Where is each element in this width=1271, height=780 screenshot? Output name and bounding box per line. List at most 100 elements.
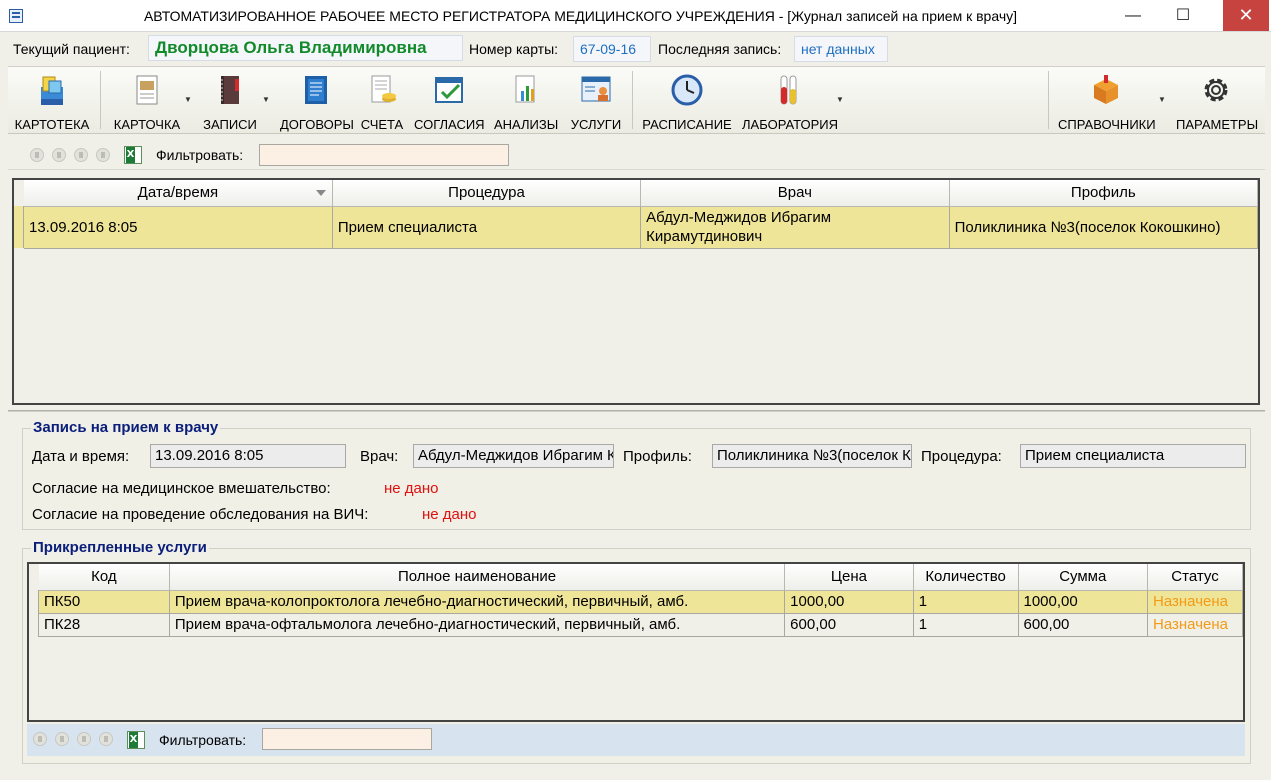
excel-export-icon[interactable] — [124, 146, 142, 164]
cell-procedure[interactable]: Прием специалиста — [332, 206, 642, 249]
cell-full-name[interactable]: Прием врача-офтальмолога лечебно-диагнос… — [169, 613, 786, 637]
row-selector[interactable] — [29, 590, 39, 637]
toolbar-consents-label: СОГЛАСИЯ — [414, 117, 485, 132]
toolbar-card-index-button[interactable]: КАРТОТЕКА — [14, 73, 90, 132]
analyses-icon — [509, 73, 543, 109]
next-record-button[interactable] — [74, 148, 88, 162]
column-header-quantity[interactable]: Количество — [913, 564, 1019, 591]
top-filter-bar: Фильтровать: — [8, 140, 1265, 170]
records-dropdown-arrow[interactable]: ▼ — [262, 95, 270, 104]
toolbar-consents-button[interactable]: СОГЛАСИЯ — [414, 73, 485, 132]
next-record-button[interactable] — [77, 732, 91, 746]
datetime-field[interactable]: 13.09.2016 8:05 — [150, 444, 346, 468]
table-row[interactable]: 13.09.2016 8:05 Прием специалиста Абдул-… — [24, 206, 1259, 249]
panel-splitter[interactable] — [8, 410, 1265, 412]
patient-bar: Текущий пациент: Дворцова Ольга Владимир… — [0, 32, 1271, 66]
patient-card-icon — [130, 73, 164, 109]
row-selector[interactable] — [14, 206, 24, 248]
cell-sum[interactable]: 600,00 — [1018, 613, 1149, 637]
cell-status[interactable]: Назначена — [1147, 613, 1243, 637]
toolbar-services-label: УСЛУГИ — [570, 117, 622, 132]
top-filter-input[interactable] — [259, 144, 509, 166]
cell-sum[interactable]: 1000,00 — [1018, 590, 1149, 614]
table-row[interactable]: ПК28 Прием врача-офтальмолога лечебно-ди… — [39, 613, 1243, 637]
cell-quantity[interactable]: 1 — [913, 613, 1019, 637]
invoices-icon — [365, 73, 399, 109]
toolbar-separator — [632, 71, 633, 129]
toolbar-patient-card-button[interactable]: КАРТОЧКА — [108, 73, 186, 132]
prev-record-button[interactable] — [55, 732, 69, 746]
appointments-table: Дата/время Процедура Врач Профиль 13.09.… — [24, 180, 1259, 249]
column-header-profile[interactable]: Профиль — [949, 180, 1259, 207]
toolbar-patient-card-label: КАРТОЧКА — [113, 117, 181, 132]
records-book-icon — [213, 73, 247, 109]
consent-medical-label: Согласие на медицинское вмешательство: — [32, 480, 331, 497]
excel-export-icon[interactable] — [127, 731, 145, 749]
toolbar-separator — [1048, 71, 1049, 129]
toolbar-separator — [100, 71, 101, 129]
column-header-status[interactable]: Статус — [1147, 564, 1243, 591]
references-dropdown-arrow[interactable]: ▼ — [1158, 95, 1166, 104]
card-number-label: Номер карты: — [469, 41, 559, 57]
toolbar-services-button[interactable]: УСЛУГИ — [568, 73, 624, 132]
laboratory-dropdown-arrow[interactable]: ▼ — [836, 95, 844, 104]
prev-record-button[interactable] — [52, 148, 66, 162]
patient-card-dropdown-arrow[interactable]: ▼ — [184, 95, 192, 104]
current-patient-label: Текущий пациент: — [13, 41, 130, 57]
cell-doctor[interactable]: Абдул-Меджидов Ибрагим Кирамутдинович — [640, 206, 950, 249]
close-button[interactable]: ✕ — [1223, 0, 1269, 31]
toolbar-invoices-label: СЧЕТА — [360, 117, 404, 132]
cell-quantity[interactable]: 1 — [913, 590, 1019, 614]
cell-code[interactable]: ПК50 — [39, 590, 170, 614]
procedure-label: Процедура: — [921, 448, 1002, 465]
bottom-filter-input[interactable] — [262, 728, 432, 750]
cell-profile[interactable]: Поликлиника №3(поселок Кокошкино) — [949, 206, 1259, 249]
consents-icon — [432, 73, 466, 109]
toolbar-contracts-button[interactable]: ДОГОВОРЫ — [280, 73, 354, 132]
toolbar-settings-button[interactable]: ПАРАМЕТРЫ — [1176, 73, 1259, 132]
toolbar-schedule-button[interactable]: РАСПИСАНИЕ — [642, 73, 732, 132]
column-header-price[interactable]: Цена — [784, 564, 914, 591]
datetime-label: Дата и время: — [32, 448, 130, 465]
cell-price[interactable]: 600,00 — [784, 613, 914, 637]
column-header-doctor[interactable]: Врач — [640, 180, 950, 207]
appointments-grid: Дата/время Процедура Врач Профиль 13.09.… — [12, 178, 1260, 405]
top-filter-label: Фильтровать: — [156, 147, 244, 163]
profile-field[interactable]: Поликлиника №3(поселок Кокошкино) — [712, 444, 912, 468]
consent-hiv-value[interactable]: не дано — [422, 506, 477, 523]
consent-hiv-label: Согласие на проведение обследования на В… — [32, 506, 369, 523]
card-number-value: 67-09-16 — [573, 36, 651, 62]
minimize-button[interactable]: — — [1110, 0, 1156, 31]
table-row[interactable]: ПК50 Прием врача-колопроктолога лечебно-… — [39, 590, 1243, 614]
first-record-button[interactable] — [30, 148, 44, 162]
consent-medical-value[interactable]: не дано — [384, 480, 439, 497]
cell-price[interactable]: 1000,00 — [784, 590, 914, 614]
cell-status[interactable]: Назначена — [1147, 590, 1243, 614]
cell-full-name[interactable]: Прием врача-колопроктолога лечебно-диагн… — [169, 590, 786, 614]
card-index-icon — [35, 73, 69, 109]
last-record-button[interactable] — [96, 148, 110, 162]
toolbar-references-button[interactable]: СПРАВОЧНИКИ — [1058, 73, 1156, 132]
toolbar-settings-label: ПАРАМЕТРЫ — [1176, 117, 1259, 132]
column-header-full-name[interactable]: Полное наименование — [169, 564, 786, 591]
column-header-procedure[interactable]: Процедура — [332, 180, 642, 207]
main-toolbar: КАРТОТЕКА КАРТОЧКА ▼ ЗАПИСИ ▼ ДОГОВОРЫ С… — [8, 66, 1265, 134]
toolbar-records-button[interactable]: ЗАПИСИ — [198, 73, 262, 132]
toolbar-analyses-button[interactable]: АНАЛИЗЫ — [494, 73, 558, 132]
profile-label: Профиль: — [623, 448, 692, 465]
last-record-label: Последняя запись: — [658, 41, 782, 57]
doctor-field[interactable]: Абдул-Меджидов Ибрагим Кирамутдинович — [413, 444, 614, 468]
toolbar-invoices-button[interactable]: СЧЕТА — [358, 73, 406, 132]
maximize-button[interactable]: ☐ — [1160, 0, 1206, 31]
cell-datetime[interactable]: 13.09.2016 8:05 — [24, 206, 333, 249]
column-header-sum[interactable]: Сумма — [1018, 564, 1149, 591]
toolbar-laboratory-button[interactable]: ЛАБОРАТОРИЯ — [742, 73, 838, 132]
cell-code[interactable]: ПК28 — [39, 613, 170, 637]
first-record-button[interactable] — [33, 732, 47, 746]
doctor-label: Врач: — [360, 448, 399, 465]
column-header-code[interactable]: Код — [39, 564, 170, 591]
column-header-datetime[interactable]: Дата/время — [24, 180, 333, 207]
procedure-field[interactable]: Прием специалиста — [1020, 444, 1246, 468]
toolbar-contracts-label: ДОГОВОРЫ — [280, 117, 354, 132]
last-record-button[interactable] — [99, 732, 113, 746]
